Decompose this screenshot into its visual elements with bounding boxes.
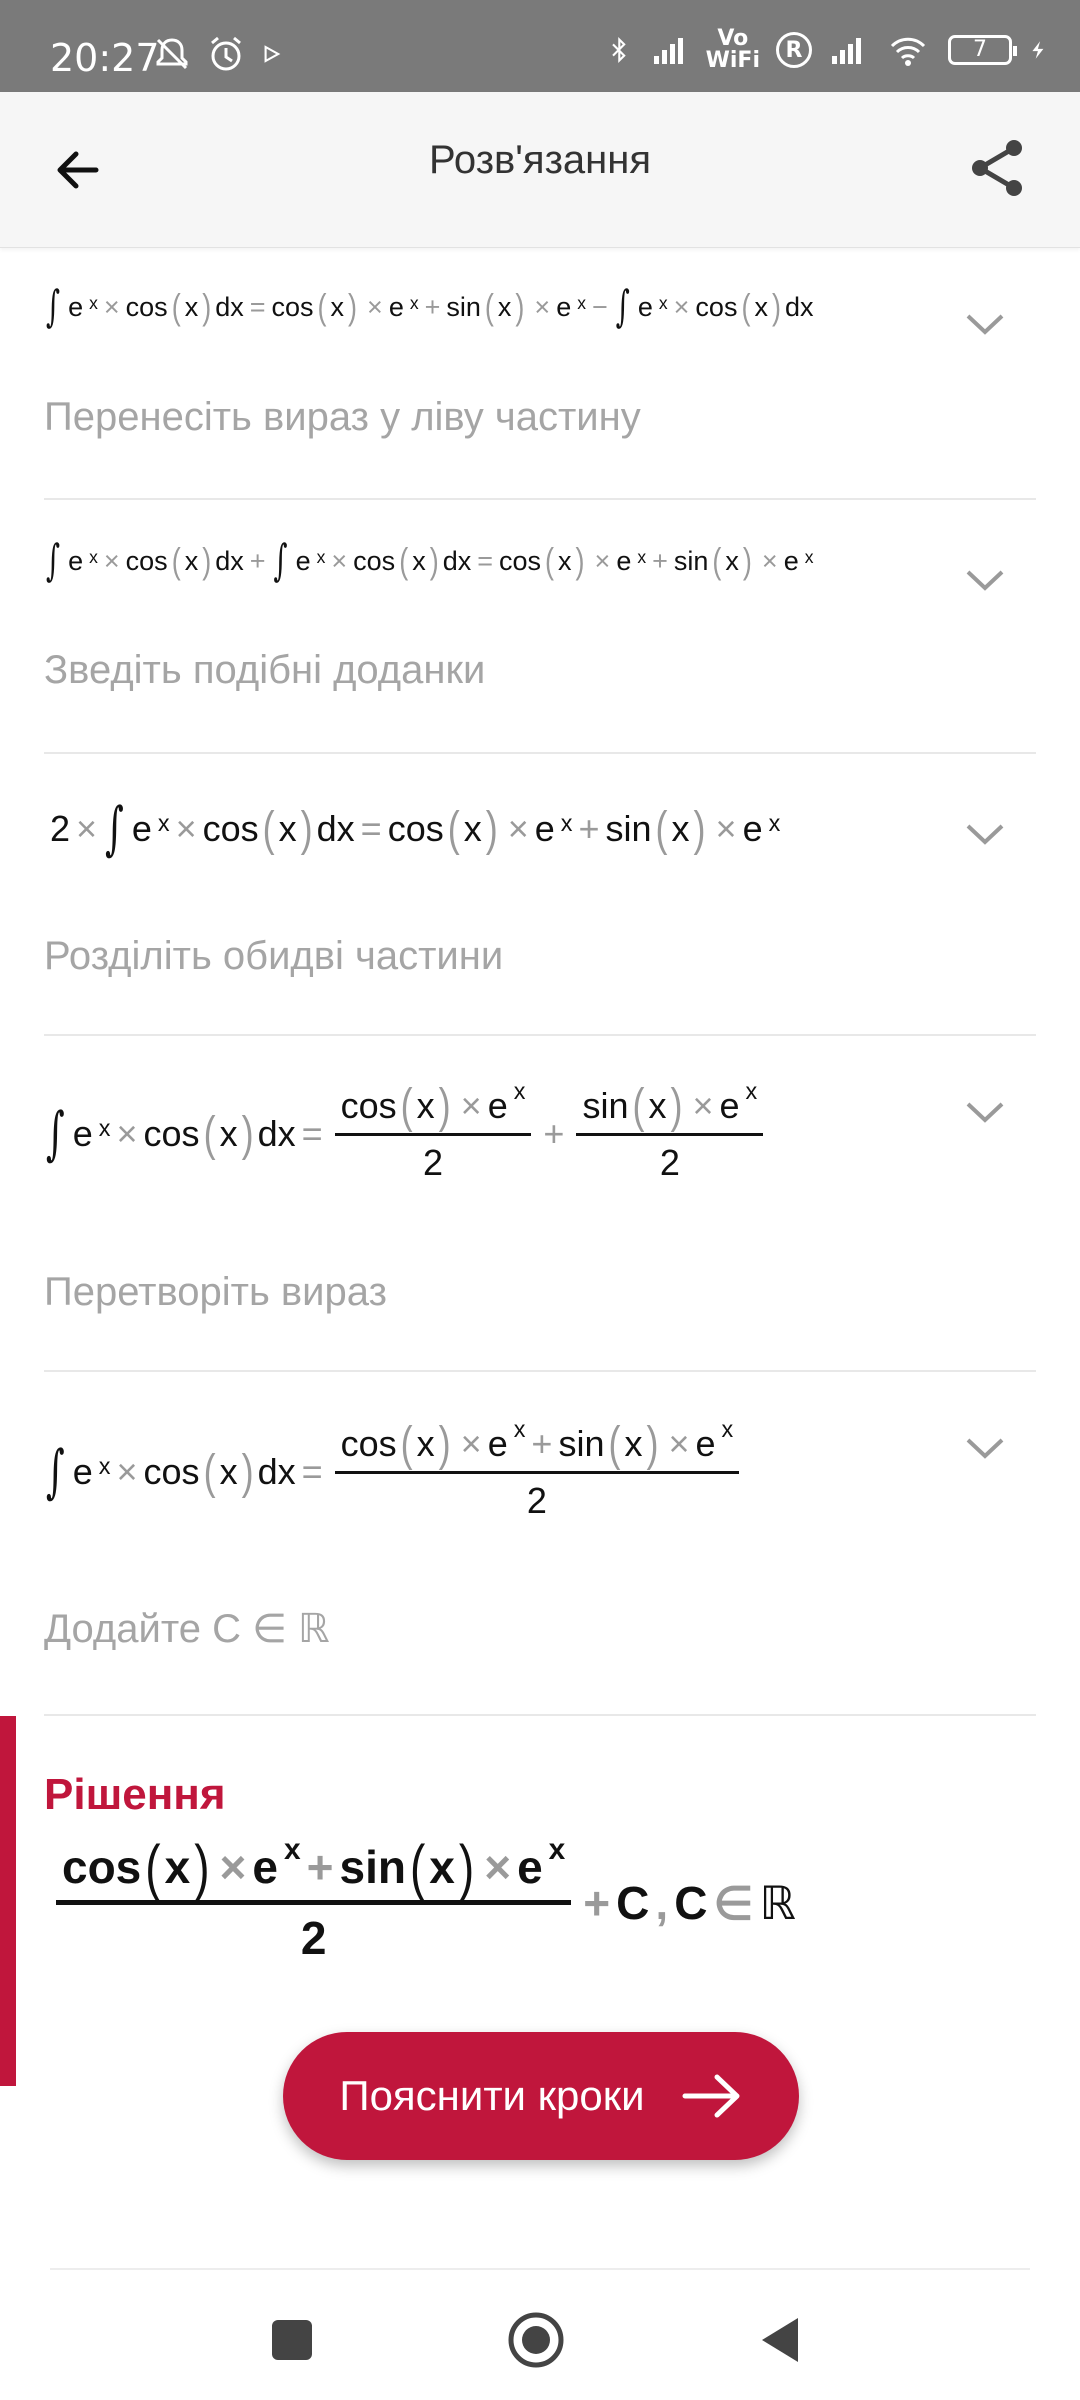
step-1-formula: ∫ ex × cos(x) dx = cos(x) × ex + sin(x) … — [46, 282, 814, 333]
chevron-down-icon[interactable] — [964, 820, 1006, 848]
explain-steps-button[interactable]: Пояснити кроки — [283, 2032, 799, 2160]
arrow-right-icon — [682, 2074, 740, 2118]
explain-steps-label: Пояснити кроки — [339, 2072, 645, 2119]
chevron-down-icon[interactable] — [964, 566, 1006, 594]
step-5-caption: Додайте C ∈ ℝ — [44, 1607, 330, 1651]
vowifi-indicator: Vo WiFi — [705, 26, 760, 73]
integral-sign: ∫ — [105, 796, 124, 862]
integral-sign: ∫ — [615, 282, 630, 333]
signal-icon — [653, 38, 683, 64]
step-4-caption: Перетворіть вираз — [44, 1270, 387, 1314]
fraction: cos(x) × e x 2 — [334, 1078, 532, 1184]
step-4[interactable]: ∫ ex × cos(x) dx = cos(x) × e x 2 + sin(x) ×… — [44, 1036, 1036, 1372]
recents-icon[interactable] — [262, 2310, 322, 2370]
step-5-formula: ∫ ex × cos(x) dx = cos(x) × e x + sin(x) × e x 2 — [44, 1416, 745, 1522]
status-time: 20:27 — [50, 36, 160, 80]
notifications-off-icon — [156, 38, 188, 70]
status-bar: 20:27 Vo WiFi R 7 — [0, 0, 1080, 92]
play-store-icon — [264, 45, 281, 63]
step-3[interactable]: 2 × ∫ ex × cos(x) dx = cos(x) × ex + sin… — [44, 754, 1036, 1036]
system-nav-bar — [0, 2270, 1080, 2400]
app-bar: Розв'язання — [0, 92, 1080, 248]
solution-accent-bar — [0, 1716, 16, 2086]
fraction: cos(x) × e x + sin(x) × e x 2 — [56, 1832, 572, 1965]
share-icon[interactable] — [966, 136, 1030, 200]
battery-icon: 7 — [948, 35, 1017, 65]
integral-sign: ∫ — [46, 1439, 65, 1505]
page-title: Розв'язання — [428, 138, 652, 182]
step-1[interactable]: ∫ ex × cos(x) dx = cos(x) × ex + sin(x) … — [44, 250, 1036, 500]
step-4-formula: ∫ ex × cos(x) dx = cos(x) × e x 2 + sin(x) ×… — [44, 1078, 769, 1184]
roaming-icon: R — [776, 32, 812, 68]
signal-icon-2 — [832, 38, 861, 64]
bluetooth-icon — [611, 36, 626, 64]
home-icon[interactable] — [506, 2310, 566, 2370]
chevron-down-icon[interactable] — [964, 1098, 1006, 1126]
step-3-caption: Розділіть обидві частини — [44, 934, 504, 978]
integral-sign: ∫ — [46, 282, 61, 333]
step-1-caption: Перенесіть вираз у ліву частину — [44, 395, 641, 439]
chevron-down-icon[interactable] — [964, 310, 1006, 338]
integral-sign: ∫ — [46, 1101, 65, 1167]
solution-title: Рішення — [44, 1770, 226, 1819]
integral-sign: ∫ — [46, 536, 61, 587]
charging-icon — [1032, 41, 1044, 59]
chevron-down-icon[interactable] — [964, 1434, 1006, 1462]
wifi-icon — [890, 37, 926, 66]
integral-sign: ∫ — [273, 536, 288, 587]
step-2-formula: ∫ ex × cos(x) dx + ∫ ex × cos(x) dx = co… — [46, 536, 814, 587]
step-3-formula: 2 × ∫ ex × cos(x) dx = cos(x) × ex + sin… — [50, 796, 781, 862]
fraction: sin(x) × e x 2 — [576, 1078, 764, 1184]
step-2[interactable]: ∫ ex × cos(x) dx + ∫ ex × cos(x) dx = co… — [44, 500, 1036, 754]
back-icon[interactable] — [752, 2310, 812, 2370]
step-2-caption: Зведіть подібні доданки — [44, 648, 486, 692]
step-5[interactable]: ∫ ex × cos(x) dx = cos(x) × e x + sin(x) × e x 2… — [44, 1372, 1036, 1716]
solution-formula: cos(x) × e x + sin(x) × e x 2 + C , C ∈ ℝ — [50, 1832, 796, 1965]
fraction: cos(x) × e x + sin(x) × e x 2 — [334, 1416, 740, 1522]
alarm-icon — [211, 36, 241, 71]
